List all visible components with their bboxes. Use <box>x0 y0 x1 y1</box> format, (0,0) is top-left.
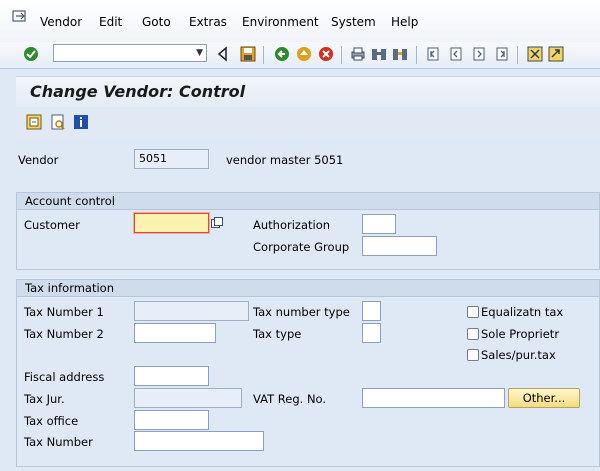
cancel-icon[interactable] <box>318 46 334 62</box>
vendor-number-field: 5051 <box>134 149 209 169</box>
next-page-icon[interactable] <box>471 46 487 62</box>
equalization-tax-label: Equalizatn tax <box>481 305 564 319</box>
tax-type-field[interactable] <box>362 323 381 343</box>
account-control-header: Account control <box>17 193 599 210</box>
toolbar-separator <box>263 46 264 64</box>
back-icon[interactable] <box>274 46 290 62</box>
save-icon[interactable] <box>240 46 256 62</box>
vendor-number-value: 5051 <box>139 152 167 165</box>
create-session-icon[interactable] <box>527 46 543 62</box>
find-next-icon[interactable] <box>392 46 408 62</box>
toolbar-separator <box>341 46 342 64</box>
authorization-label: Authorization <box>253 218 331 232</box>
page-title: Change Vendor: Control <box>30 82 246 101</box>
tax-number-field[interactable] <box>134 431 264 451</box>
tax-information-header: Tax information <box>17 280 599 297</box>
customer-label: Customer <box>24 218 80 232</box>
matchcode-icon[interactable] <box>211 217 223 229</box>
main-content: Vendor 5051 vendor master 5051 Account c… <box>16 140 600 471</box>
print-icon[interactable] <box>350 46 366 62</box>
sole-proprietor-label: Sole Proprietr <box>481 327 560 341</box>
display-icon[interactable] <box>50 114 66 130</box>
equalization-tax-checkbox[interactable] <box>467 306 479 318</box>
tax-number-2-field[interactable] <box>134 323 216 343</box>
first-page-icon[interactable] <box>425 46 441 62</box>
customer-field[interactable] <box>134 213 209 233</box>
menu-goto[interactable]: Goto <box>142 15 171 29</box>
info-icon[interactable] <box>73 114 89 130</box>
tax-office-field[interactable] <box>134 410 209 430</box>
previous-page-icon[interactable] <box>448 46 464 62</box>
fiscal-address-label: Fiscal address <box>24 370 105 384</box>
tax-number-1-field <box>134 301 249 321</box>
corporate-group-label: Corporate Group <box>253 240 350 254</box>
exit-icon[interactable] <box>296 46 312 62</box>
toolbar-separator <box>416 46 417 64</box>
toolbar-separator <box>517 46 518 64</box>
sales-pur-tax-label: Sales/pur.tax <box>481 348 556 362</box>
menu-help[interactable]: Help <box>391 15 418 29</box>
menu-extras[interactable]: Extras <box>189 15 227 29</box>
menu-vendor[interactable]: Vendor <box>40 15 82 29</box>
other-vendor-icon[interactable] <box>26 114 42 130</box>
sales-pur-tax-checkbox[interactable] <box>467 349 479 361</box>
tax-office-label: Tax office <box>24 414 79 428</box>
application-toolbar <box>16 108 600 138</box>
title-bar: Change Vendor: Control <box>16 76 600 107</box>
vat-reg-label: VAT Reg. No. <box>253 392 327 406</box>
find-icon[interactable] <box>371 46 387 62</box>
vendor-label: Vendor <box>18 153 59 167</box>
tax-number-type-label: Tax number type <box>253 305 350 319</box>
sole-proprietor-checkbox[interactable] <box>467 328 479 340</box>
authorization-field[interactable] <box>362 214 396 234</box>
standard-toolbar: ▼ <box>0 42 600 69</box>
vat-reg-field[interactable] <box>362 388 505 408</box>
system-menu-icon[interactable] <box>12 10 30 26</box>
chevron-down-icon[interactable]: ▼ <box>196 48 203 58</box>
tax-number-2-label: Tax Number 2 <box>24 327 104 341</box>
enter-icon[interactable] <box>23 46 39 62</box>
menu-bar: Vendor Edit Goto Extras Environment Syst… <box>0 0 600 43</box>
other-button[interactable]: Other... <box>508 388 580 408</box>
tax-number-label: Tax Number <box>24 435 93 449</box>
menu-environment[interactable]: Environment <box>242 15 319 29</box>
tax-jurisdiction-label: Tax Jur. <box>24 392 65 406</box>
last-page-icon[interactable] <box>494 46 510 62</box>
fiscal-address-field[interactable] <box>134 366 209 386</box>
menu-system[interactable]: System <box>331 15 376 29</box>
shortcut-icon[interactable] <box>548 46 564 62</box>
vendor-name: vendor master 5051 <box>226 153 344 167</box>
back-arrow-icon[interactable] <box>215 46 231 62</box>
tax-jurisdiction-field <box>134 388 242 408</box>
tax-type-label: Tax type <box>253 327 302 341</box>
menu-edit[interactable]: Edit <box>99 15 122 29</box>
corporate-group-field[interactable] <box>362 236 437 256</box>
tax-number-type-field[interactable] <box>362 301 381 321</box>
command-field[interactable]: ▼ <box>53 44 207 62</box>
tax-number-1-label: Tax Number 1 <box>24 305 104 319</box>
